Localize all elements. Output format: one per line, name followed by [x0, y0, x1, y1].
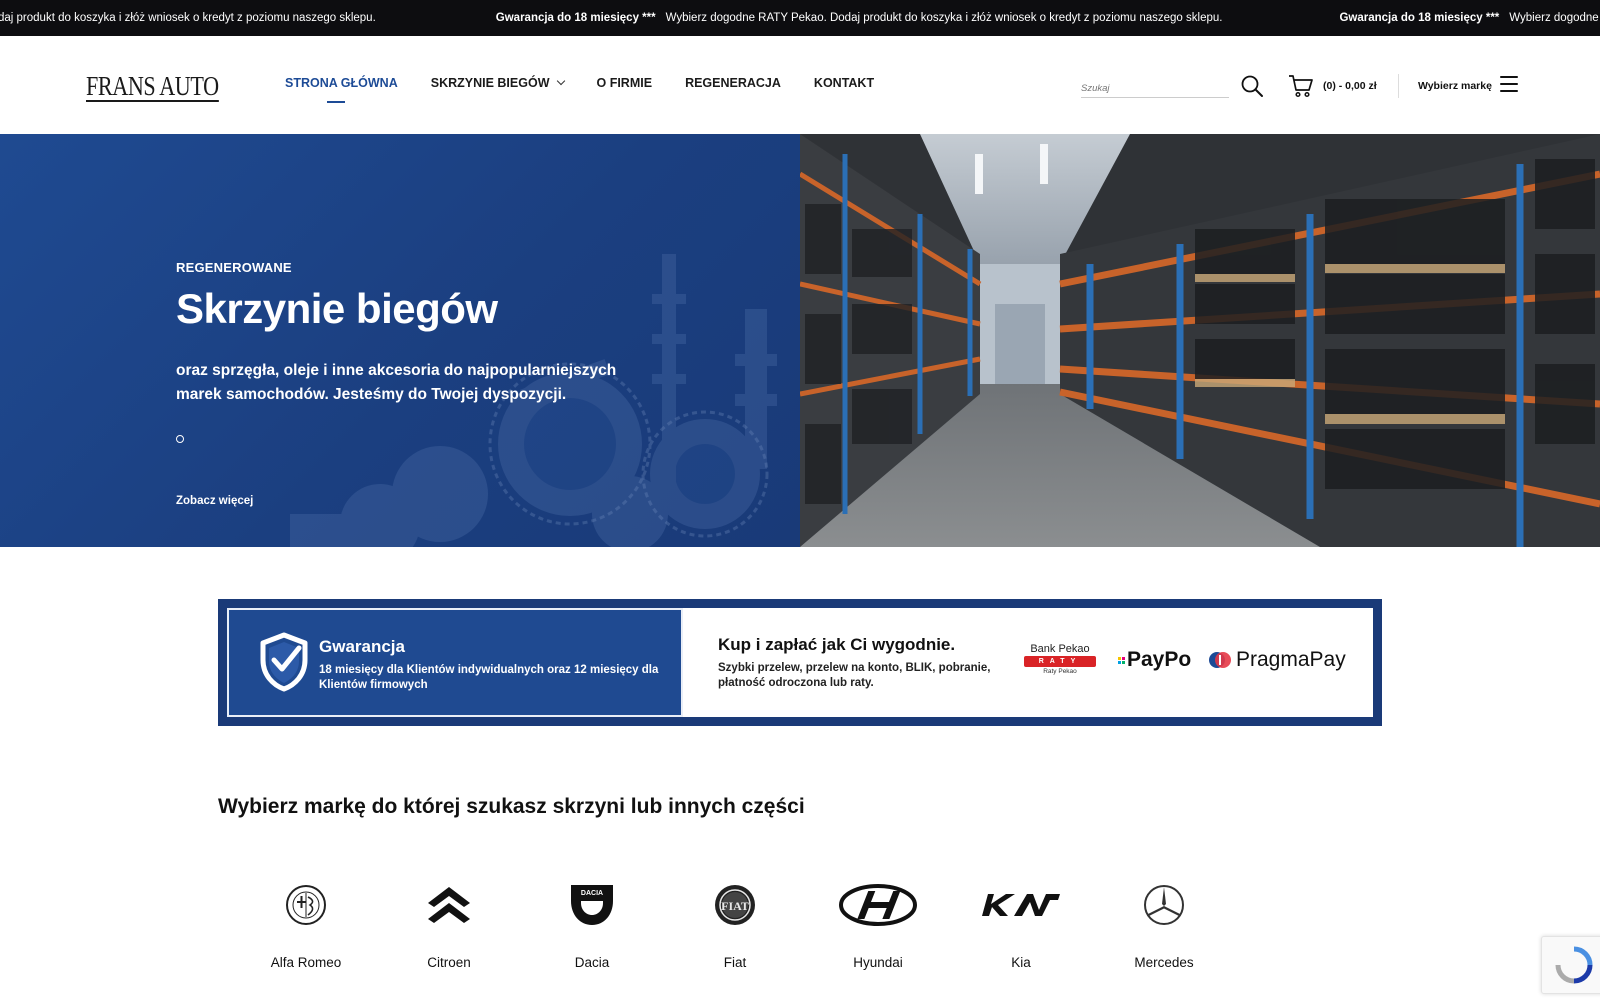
nav-item-label: O FIRMIE — [596, 76, 653, 90]
paypo-dots-icon — [1118, 656, 1125, 664]
hero-text-panel: REGENEROWANE Skrzynie biegów oraz sprzęg… — [0, 134, 800, 547]
brand-card-dacia[interactable]: DACIA Dacia — [532, 880, 652, 980]
brand-picker-button[interactable]: Wybierz markę — [1418, 80, 1492, 92]
announcement-marquee: daj produkt do koszyka i złóż wniosek o … — [0, 0, 1600, 36]
hero-slider: REGENEROWANE Skrzynie biegów oraz sprzęg… — [0, 134, 1600, 547]
svg-text:FIAT: FIAT — [721, 899, 749, 913]
mercedes-logo-icon — [1144, 885, 1184, 925]
shield-check-icon — [260, 632, 308, 692]
hero-title: Skrzynie biegów — [176, 285, 498, 332]
nav-item-label: SKRZYNIE BIEGÓW — [430, 76, 550, 90]
brand-name: Kia — [1011, 955, 1031, 970]
nav-item-contact[interactable]: KONTAKT — [814, 76, 874, 90]
brand-card-citroen[interactable]: Citroen — [389, 880, 509, 980]
pekao-sub-text: Raty Pekao — [1043, 668, 1077, 675]
dacia-logo-icon: DACIA — [571, 885, 613, 925]
brand-card-mercedes[interactable]: Mercedes — [1104, 880, 1224, 980]
hero-description: oraz sprzęgła, oleje i inne akcesoria do… — [176, 362, 617, 403]
hero-image — [800, 134, 1600, 547]
brand-name: Mercedes — [1134, 955, 1194, 970]
pekao-raty-bar: RATY — [1024, 656, 1096, 667]
bank-pekao-logo: Bank Pekao RATY Raty Pekao — [1023, 643, 1097, 679]
brands-section-title: Wybierz markę do której szukasz skrzyni … — [218, 795, 805, 818]
nav-item-regeneration[interactable]: REGENERACJA — [685, 76, 781, 90]
guarantee-title: Gwarancja — [319, 637, 405, 656]
nav-item-home[interactable]: STRONA GŁÓWNA — [285, 76, 398, 103]
pragmapay-mark-icon — [1209, 652, 1231, 668]
fiat-logo-icon: FIAT — [715, 885, 755, 925]
brand-name: Citroen — [427, 955, 471, 970]
payment-title: Kup i zapłać jak Ci wygodnie. — [718, 635, 956, 654]
cart-icon[interactable] — [1288, 74, 1314, 98]
payment-text: Szybki przelew, przelew na konto, BLIK, … — [718, 662, 991, 689]
marquee-segment: Gwarancja do 18 miesięcy *** — [495, 12, 656, 24]
info-banner: Gwarancja 18 miesięcy dla Klientów indyw… — [218, 599, 1382, 726]
nav-item-label: REGENERACJA — [685, 76, 781, 90]
search-icon[interactable] — [1240, 74, 1264, 98]
info-banner-inner: Gwarancja 18 miesięcy dla Klientów indyw… — [227, 608, 1373, 717]
guarantee-panel: Gwarancja 18 miesięcy dla Klientów indyw… — [227, 608, 683, 717]
hyundai-logo-icon — [839, 884, 917, 926]
nav-item-label: KONTAKT — [813, 76, 875, 90]
pragmapay-logo: PragmaPay — [1208, 648, 1346, 672]
paypo-logo: PayPo — [1118, 648, 1191, 672]
cart-summary[interactable]: (0) - 0,00 zł — [1323, 80, 1377, 92]
brand-name: Alfa Romeo — [270, 955, 342, 970]
marquee-segment: Wybierz dogodne RATY Pekao. Dodaj produk… — [665, 12, 1223, 24]
svg-text:DACIA: DACIA — [581, 890, 603, 897]
pragmapay-logo-text: PragmaPay — [1236, 648, 1346, 671]
citroen-logo-icon — [428, 887, 470, 923]
menu-icon[interactable] — [1500, 76, 1518, 92]
search-input[interactable] — [1081, 79, 1229, 98]
see-more-link[interactable]: Zobacz więcej — [176, 495, 253, 507]
brand-grid: Alfa Romeo Citroen DACIA Dacia FIAT Fiat… — [246, 880, 1246, 990]
guarantee-text: 18 miesięcy dla Klientów indywidualnych … — [319, 664, 659, 691]
recaptcha-icon — [1555, 946, 1593, 984]
chevron-down-icon — [556, 76, 565, 86]
site-header: FRANS AUTO STRONA GŁÓWNA SKRZYNIE BIEGÓW… — [0, 36, 1600, 134]
site-logo[interactable]: FRANS AUTO — [82, 60, 247, 114]
recaptcha-badge[interactable] — [1541, 936, 1600, 994]
marquee-segment: Wybierz dogodne RATY — [1509, 12, 1600, 24]
logo-text: FRANS AUTO — [86, 71, 219, 102]
header-divider — [1398, 74, 1399, 98]
brand-card-hyundai[interactable]: Hyundai — [818, 880, 938, 980]
marquee-segment: Gwarancja do 18 miesięcy *** — [1339, 12, 1500, 24]
warehouse-photo — [800, 134, 1600, 547]
alfa-romeo-logo-icon — [286, 885, 326, 925]
nav-item-label: STRONA GŁÓWNA — [285, 76, 398, 90]
gear-parts-illustration — [290, 254, 777, 547]
paypo-logo-text: PayPo — [1127, 648, 1192, 671]
pekao-logo-text: Bank Pekao — [1030, 643, 1090, 655]
brand-card-kia[interactable]: Kia — [961, 880, 1081, 980]
main-nav: STRONA GŁÓWNA SKRZYNIE BIEGÓW O FIRMIE R… — [285, 76, 907, 103]
brand-name: Fiat — [723, 955, 747, 970]
brand-name: Hyundai — [853, 955, 903, 970]
brand-card-fiat[interactable]: FIAT Fiat — [675, 880, 795, 980]
slider-dot[interactable] — [176, 435, 184, 443]
nav-item-about[interactable]: O FIRMIE — [597, 76, 653, 90]
kia-logo-icon — [982, 894, 1060, 916]
hero-kicker: REGENEROWANE — [176, 260, 292, 275]
brand-card-alfa-romeo[interactable]: Alfa Romeo — [246, 880, 366, 980]
marquee-track: daj produkt do koszyka i złóż wniosek o … — [0, 0, 1600, 36]
marquee-segment: daj produkt do koszyka i złóż wniosek o … — [0, 12, 376, 24]
nav-item-gearboxes[interactable]: SKRZYNIE BIEGÓW — [430, 76, 565, 90]
search-field — [1081, 78, 1229, 98]
brand-name: Dacia — [574, 955, 610, 970]
